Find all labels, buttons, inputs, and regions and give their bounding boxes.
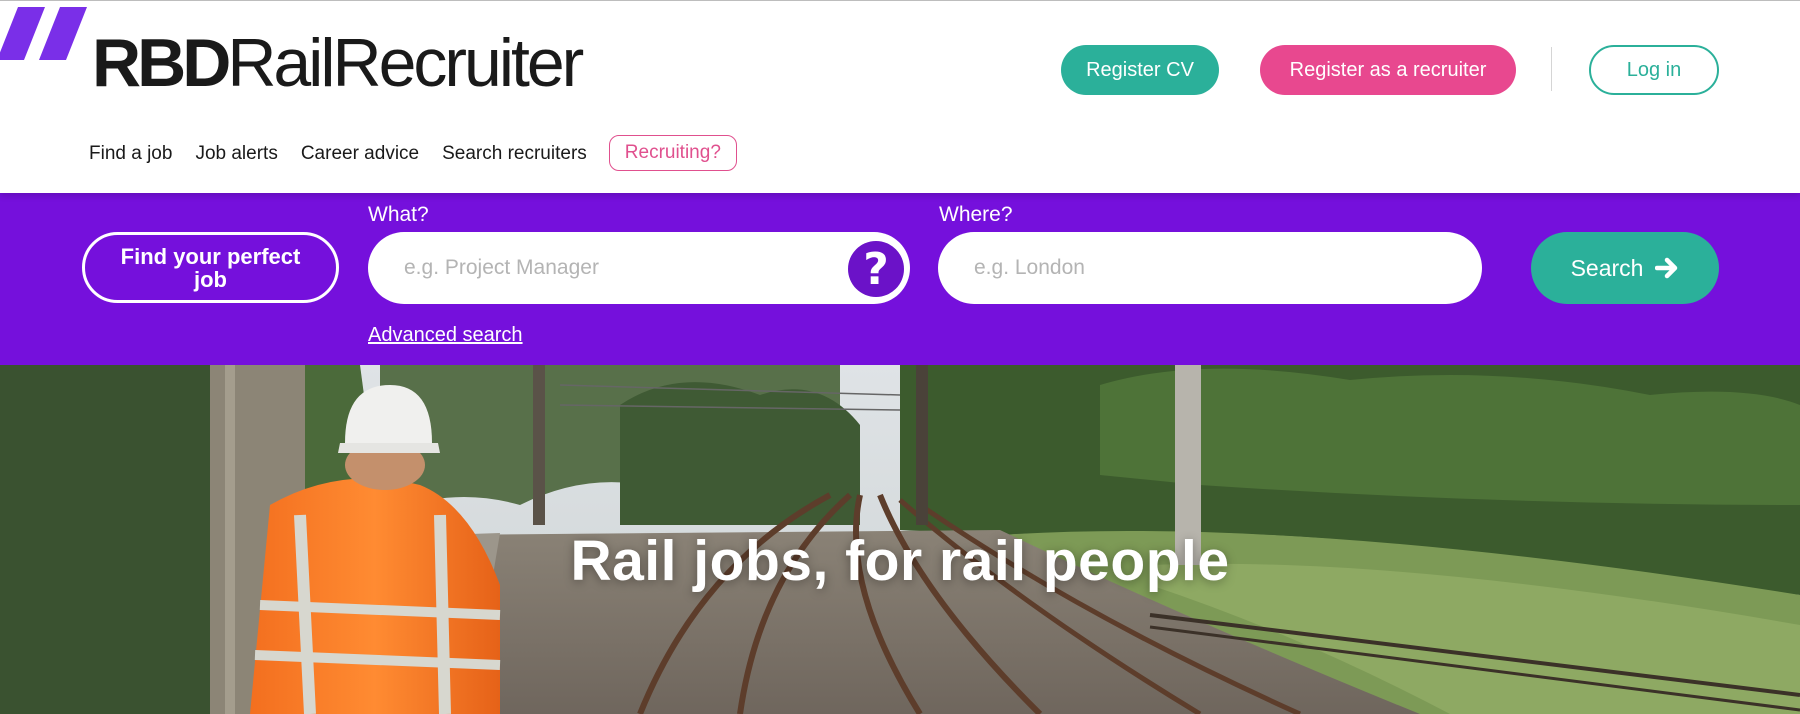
register-recruiter-button[interactable]: Register as a recruiter (1260, 45, 1516, 95)
register-cv-button[interactable]: Register CV (1061, 45, 1219, 95)
what-placeholder: e.g. Project Manager (404, 256, 599, 279)
arrow-right-icon (1655, 257, 1678, 279)
search-button-label: Search (1570, 254, 1644, 281)
header-divider (1551, 47, 1552, 91)
logo-wordmark: RBDRailRecruiter (92, 25, 584, 101)
nav-career-advice[interactable]: Career advice (301, 143, 419, 165)
logo-mark-icon (0, 7, 87, 60)
advanced-search-link[interactable]: Advanced search (368, 324, 523, 347)
where-label: Where? (939, 203, 1013, 226)
site-header: RBDRailRecruiter Register CV Register as… (0, 0, 1800, 193)
what-search-input[interactable]: e.g. Project Manager ? (368, 232, 910, 304)
hero-title: Rail jobs, for rail people (570, 529, 1230, 593)
search-button[interactable]: Search (1531, 232, 1719, 304)
main-nav: Find a job Job alerts Career advice Sear… (89, 135, 737, 171)
nav-search-recruiters[interactable]: Search recruiters (442, 143, 587, 165)
question-circle-icon[interactable]: ? (848, 241, 904, 297)
nav-job-alerts[interactable]: Job alerts (195, 143, 277, 165)
job-search-band: Find your perfect job What? e.g. Project… (0, 193, 1800, 365)
site-logo[interactable]: RBDRailRecruiter (0, 7, 600, 97)
nav-recruiting-button[interactable]: Recruiting? (608, 135, 737, 171)
where-placeholder: e.g. London (974, 256, 1085, 279)
hero-banner: Rail jobs, for rail people (0, 365, 1800, 714)
where-search-input[interactable]: e.g. London (938, 232, 1482, 304)
what-label: What? (368, 203, 429, 226)
login-button[interactable]: Log in (1589, 45, 1719, 95)
find-perfect-job-button[interactable]: Find your perfect job (82, 232, 339, 303)
nav-find-a-job[interactable]: Find a job (89, 143, 172, 165)
